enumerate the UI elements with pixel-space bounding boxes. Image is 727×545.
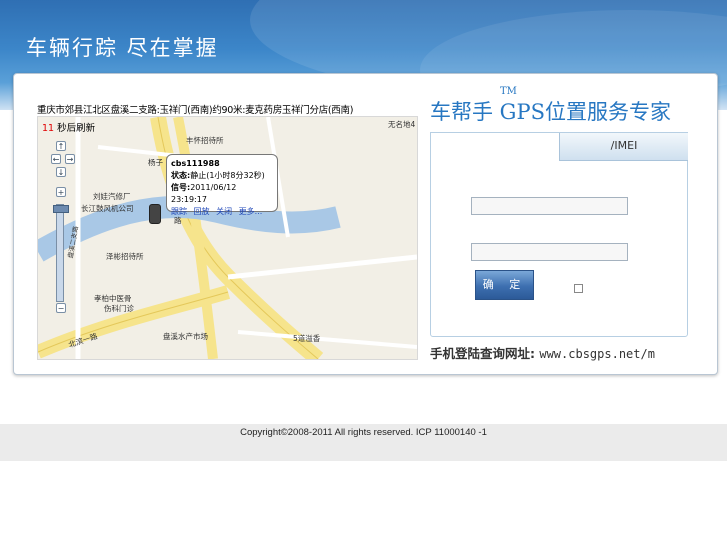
map-label: 丰怀招待所 — [186, 136, 224, 145]
map-label: 无名地4 — [388, 120, 416, 129]
refresh-suffix: 秒后刷新 — [54, 123, 96, 134]
refresh-countdown: 11 秒后刷新 — [42, 120, 95, 134]
map-label: 泽彬招待所 — [106, 252, 144, 261]
mobile-login-info: 手机登陆查询网址: www.cbsgps.net/m — [430, 343, 655, 362]
page-footer: Copyright©2008-2011 All rights reserved.… — [0, 424, 727, 461]
pan-down-button[interactable]: ↓ — [56, 167, 66, 177]
main-card: 重庆市郊县江北区盘溪二支路:玉祥门(西南)约90米:麦克药房玉祥门分店(西南) … — [13, 73, 718, 375]
vehicle-info-popup: cbs111988 状态:静止(1小时8分32秒) 信号:2011/06/12 … — [166, 154, 278, 216]
mobile-login-label: 手机登陆查询网址: — [430, 346, 535, 361]
map-label: 5道溢香 — [293, 334, 321, 343]
header-slogan: 车辆行踪 尽在掌握 — [26, 36, 219, 60]
zoom-in-button[interactable]: + — [56, 187, 66, 197]
vehicle-marker-icon[interactable] — [149, 204, 161, 224]
pan-up-button[interactable]: ↑ — [56, 141, 66, 151]
popup-link-playback[interactable]: 回放 — [194, 207, 210, 216]
map-label: 刘娃汽修厂 — [93, 192, 131, 201]
copyright-text: Copyright©2008-2011 All rights reserved.… — [240, 427, 487, 438]
map-label: 长江鼓风机公司 — [81, 204, 134, 213]
map-label: 杨子 — [148, 158, 163, 167]
popup-link-close[interactable]: 关闭 — [216, 207, 232, 216]
popup-signal-label: 信号: — [171, 183, 191, 192]
zoom-slider-handle[interactable] — [53, 205, 69, 213]
map-view[interactable]: 11 秒后刷新 ↑ ← → ↓ + − 丰怀招待所 无名地4 杨子 刘娃汽修厂 … — [37, 116, 418, 360]
username-input[interactable] — [471, 197, 628, 215]
pan-right-button[interactable]: → — [65, 154, 75, 164]
brand-title: 车帮手 GPS位置服务专家 — [430, 100, 671, 124]
vehicle-address: 重庆市郊县江北区盘溪二支路:玉祥门(西南)约90米:麦克药房玉祥门分店(西南) — [37, 105, 354, 116]
popup-link-more[interactable]: 更多... — [239, 207, 263, 216]
zoom-slider[interactable] — [56, 204, 64, 302]
map-label: 伤科门诊 — [104, 304, 134, 313]
password-input[interactable] — [471, 243, 628, 261]
tab-imei-login[interactable]: /IMEI — [559, 133, 688, 161]
zoom-out-button[interactable]: − — [56, 303, 66, 313]
map-label: 盘溪水产市场 — [163, 332, 208, 341]
pan-left-button[interactable]: ← — [51, 154, 61, 164]
popup-link-track[interactable]: 跟踪 — [171, 207, 187, 216]
submit-button[interactable]: 确 定 — [475, 270, 534, 300]
refresh-seconds: 11 — [42, 123, 55, 134]
login-panel: /IMEI 确 定 — [430, 132, 688, 337]
remember-checkbox[interactable] — [574, 284, 583, 293]
popup-vehicle-id: cbs111988 — [171, 159, 220, 168]
popup-status-label: 状态: — [171, 171, 191, 180]
popup-status-value: 静止(1小时8分32秒) — [190, 171, 265, 180]
mobile-login-url[interactable]: www.cbsgps.net/m — [539, 347, 655, 361]
